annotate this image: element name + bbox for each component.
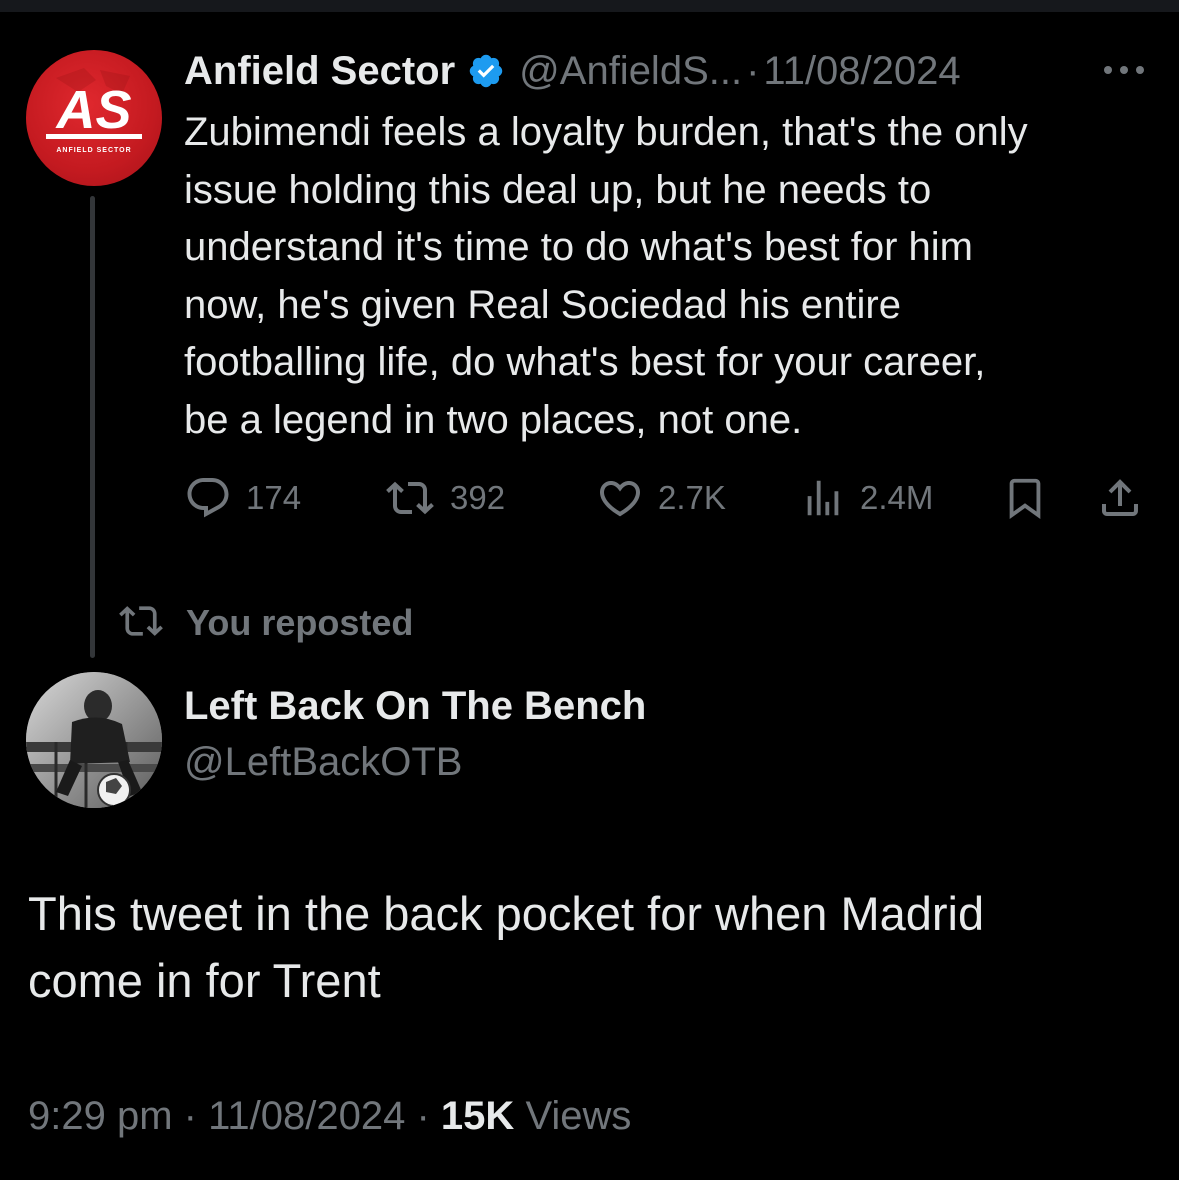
left-back-avatar[interactable] <box>26 672 162 808</box>
meta-separator: · <box>416 1094 430 1138</box>
tweet-metadata: 9:29 pm · 11/08/2024 · 15K Views <box>28 1094 631 1139</box>
quoted-author-name[interactable]: Anfield Sector <box>184 49 455 94</box>
verified-badge-icon <box>467 52 505 90</box>
bookmark-button[interactable] <box>1002 470 1048 526</box>
repost-count: 392 <box>450 479 506 516</box>
tweet-views-count[interactable]: 15K <box>441 1094 514 1138</box>
repost-indicator: You reposted <box>116 598 413 648</box>
views-button[interactable]: 2.4M <box>800 470 933 526</box>
avatar-logo-subtext: ANFIELD SECTOR <box>56 147 131 154</box>
tweet-date[interactable]: 11/08/2024 <box>208 1094 405 1138</box>
quoted-text-line: Zubimendi feels a loyalty burden, that's… <box>184 110 1028 154</box>
like-count: 2.7K <box>658 479 726 516</box>
tweet-time[interactable]: 9:29 pm <box>28 1094 173 1138</box>
quoted-tweet-date[interactable]: 11/08/2024 <box>763 49 960 94</box>
more-icon[interactable] <box>1100 58 1148 82</box>
main-text-line: This tweet in the back pocket for when M… <box>28 887 985 940</box>
bookmark-icon <box>1002 474 1048 522</box>
main-text-line: come in for Trent <box>28 954 381 1007</box>
views-count: 2.4M <box>860 479 934 516</box>
quoted-text-line: issue holding this deal up, but he needs… <box>184 167 932 212</box>
quoted-tweet-text: Zubimendi feels a loyalty burden, that's… <box>184 104 1164 449</box>
quoted-author-handle[interactable]: @AnfieldS... <box>519 49 742 94</box>
action-bar: 174 392 2.7K 2.4M <box>184 470 1154 526</box>
quoted-text-line: footballing life, do what's best for you… <box>184 340 986 384</box>
tweet-views-label[interactable]: Views <box>525 1094 631 1138</box>
main-author-name[interactable]: Left Back On The Bench <box>184 684 646 729</box>
meta-separator: · <box>183 1094 197 1138</box>
top-strip <box>0 0 1179 12</box>
quoted-text-line: be a legend in two places, not one. <box>184 397 803 442</box>
share-button[interactable] <box>1096 470 1144 526</box>
views-icon <box>800 474 846 522</box>
quoted-text-line: now, he's given Real Sociedad his entire <box>184 282 901 327</box>
repost-indicator-icon <box>116 599 166 648</box>
reply-button[interactable]: 174 <box>184 470 301 526</box>
like-icon <box>596 474 644 522</box>
repost-button[interactable]: 392 <box>384 470 505 526</box>
quoted-text-line: understand it's time to do what's best f… <box>184 225 973 269</box>
header-separator: · <box>746 48 760 93</box>
reply-count: 174 <box>246 479 302 516</box>
share-icon <box>1096 474 1144 522</box>
main-tweet-text: This tweet in the back pocket for when M… <box>28 880 1148 1014</box>
quoted-tweet-header: Anfield Sector @AnfieldS... · 11/08/2024 <box>184 44 1154 98</box>
main-author-handle[interactable]: @LeftBackOTB <box>184 740 462 785</box>
avatar-logo-text: AS <box>54 80 131 140</box>
repost-icon <box>384 474 436 522</box>
like-button[interactable]: 2.7K <box>596 470 726 526</box>
reply-icon <box>184 474 232 522</box>
repost-indicator-label: You reposted <box>186 602 414 643</box>
thread-line <box>90 196 95 658</box>
anfield-sector-avatar[interactable]: AS ANFIELD SECTOR <box>26 50 162 186</box>
